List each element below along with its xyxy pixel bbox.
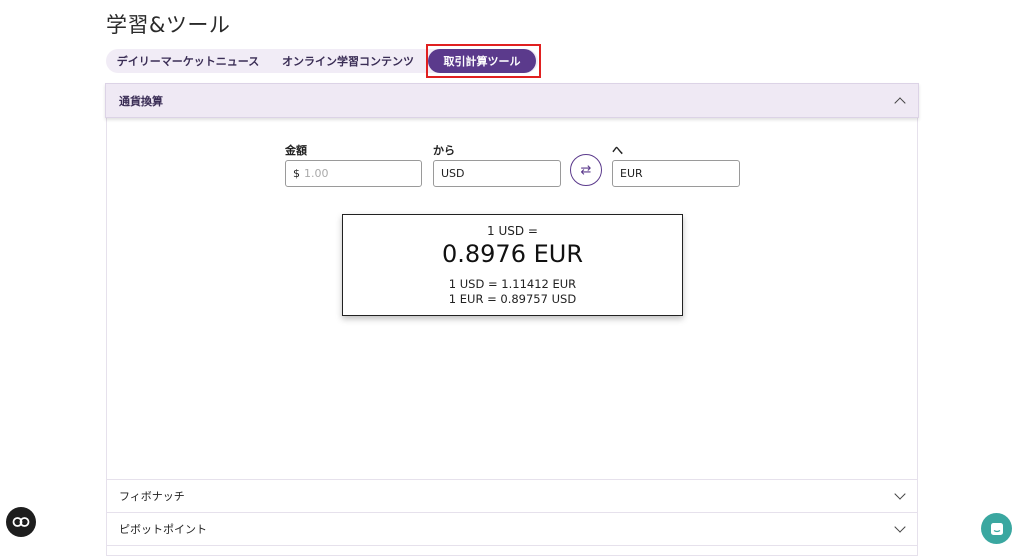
currency-prefix: $ <box>293 167 300 180</box>
chat-bubble-icon <box>990 522 1003 535</box>
currency-converter-title: 通貨換算 <box>119 94 163 108</box>
currency-converter-header[interactable]: 通貨換算 <box>105 83 919 118</box>
result-line-1: 1 USD = <box>487 224 538 238</box>
cc-glyph-icon <box>12 517 30 527</box>
accordion-next[interactable] <box>106 545 918 556</box>
chevron-down-icon <box>894 521 906 533</box>
accordion-fibonacci[interactable]: フィボナッチ <box>106 479 918 512</box>
amount-label: 金額 <box>285 144 307 157</box>
swap-icon: ⇄ <box>580 162 592 178</box>
accordion-pivot-point-label: ピボットポイント <box>119 523 207 536</box>
tab-bar: デイリーマーケットニュース オンライン学習コンテンツ 取引計算ツール <box>106 49 538 73</box>
chevron-up-icon <box>894 96 906 109</box>
result-main-value: 0.8976 EUR <box>441 240 583 268</box>
from-currency-value: USD <box>441 167 465 180</box>
to-currency-value: EUR <box>620 167 643 180</box>
result-rate-eur-usd: 1 EUR = 0.89757 USD <box>448 292 577 306</box>
page-title: 学習&ツール <box>106 13 231 37</box>
result-rate-usd-eur: 1 USD = 1.11412 EUR <box>448 277 577 291</box>
amount-input[interactable]: $ 1.00 <box>285 160 422 187</box>
tab-online-learning[interactable]: オンライン学習コンテンツ <box>270 49 426 73</box>
to-label: へ <box>612 144 623 157</box>
swap-currency-button[interactable]: ⇄ <box>570 154 602 186</box>
from-label: から <box>433 144 455 157</box>
tab-daily-market-news[interactable]: デイリーマーケットニュース <box>106 49 270 73</box>
chevron-down-icon <box>894 488 906 500</box>
accordion-pivot-point[interactable]: ピボットポイント <box>106 512 918 545</box>
accordion-fibonacci-label: フィボナッチ <box>119 490 185 503</box>
accessibility-icon[interactable] <box>6 507 36 537</box>
chat-icon[interactable] <box>981 513 1012 544</box>
tab-trading-calculator[interactable]: 取引計算ツール <box>428 49 536 73</box>
conversion-result: 1 USD = 0.8976 EUR 1 USD = 1.11412 EUR 1… <box>342 214 683 316</box>
to-currency-input[interactable]: EUR <box>612 160 740 187</box>
from-currency-input[interactable]: USD <box>433 160 561 187</box>
amount-placeholder: 1.00 <box>304 167 329 180</box>
